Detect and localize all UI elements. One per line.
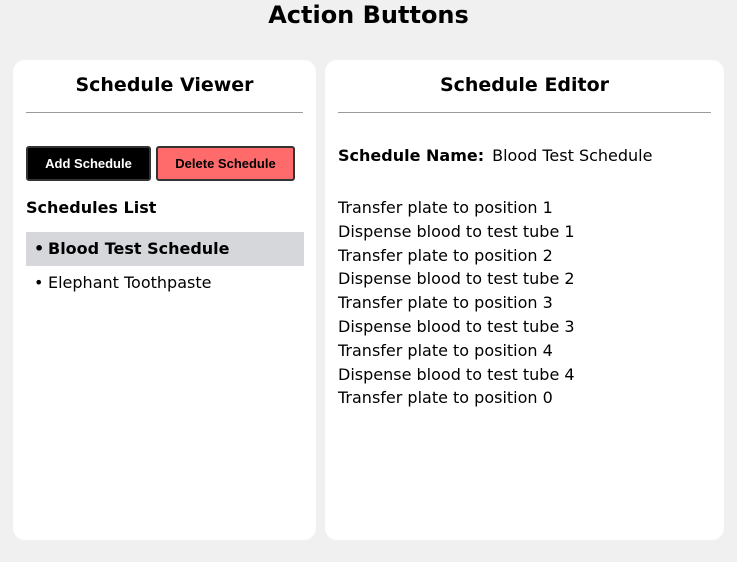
viewer-divider [26,112,303,113]
schedule-list-item-elephant-toothpaste[interactable]: • Elephant Toothpaste [26,266,304,300]
schedule-step: Transfer plate to position 2 [338,245,553,265]
schedule-name-label: Schedule Name: [338,146,485,165]
schedule-editor-panel: Schedule Editor Schedule Name: Blood Test… [325,60,724,540]
add-schedule-button[interactable]: Add Schedule [26,146,151,181]
schedule-step: Dispense blood to test tube 4 [338,364,575,384]
editor-divider [338,112,711,113]
schedule-step: Dispense blood to test tube 3 [338,316,575,336]
schedules-list-title: Schedules List [26,198,157,217]
schedule-editor-title: Schedule Editor [439,74,610,96]
schedule-steps-list: Transfer plate to position 1 Dispense bl… [338,196,575,410]
schedule-step: Transfer plate to position 0 [338,388,553,408]
schedule-step: Dispense blood to test tube 1 [338,221,575,241]
schedules-list: • Blood Test Schedule • Elephant Toothpast… [26,232,304,300]
schedule-name-row: Schedule Name: Blood Test Schedule [338,146,652,166]
page-title: Action Buttons [268,1,469,29]
bullet: • [34,239,45,258]
delete-schedule-button[interactable]: Delete Schedule [156,146,295,181]
bullet: • [34,273,44,292]
schedule-list-item-blood-test[interactable]: • Blood Test Schedule [26,232,304,266]
schedule-step: Transfer plate to position 3 [338,293,553,313]
schedule-viewer-panel: Schedule Viewer Add Schedule Delete Sche… [13,60,316,540]
schedule-step: Transfer plate to position 4 [338,340,553,360]
schedule-item-label: Elephant Toothpaste [48,273,212,292]
schedule-step: Transfer plate to position 1 [338,198,553,217]
schedule-step: Dispense blood to test tube 2 [338,269,575,289]
schedule-name-value: Blood Test Schedule [492,146,653,165]
schedule-item-label: Blood Test Schedule [48,239,230,258]
schedule-viewer-title: Schedule Viewer [75,74,254,96]
